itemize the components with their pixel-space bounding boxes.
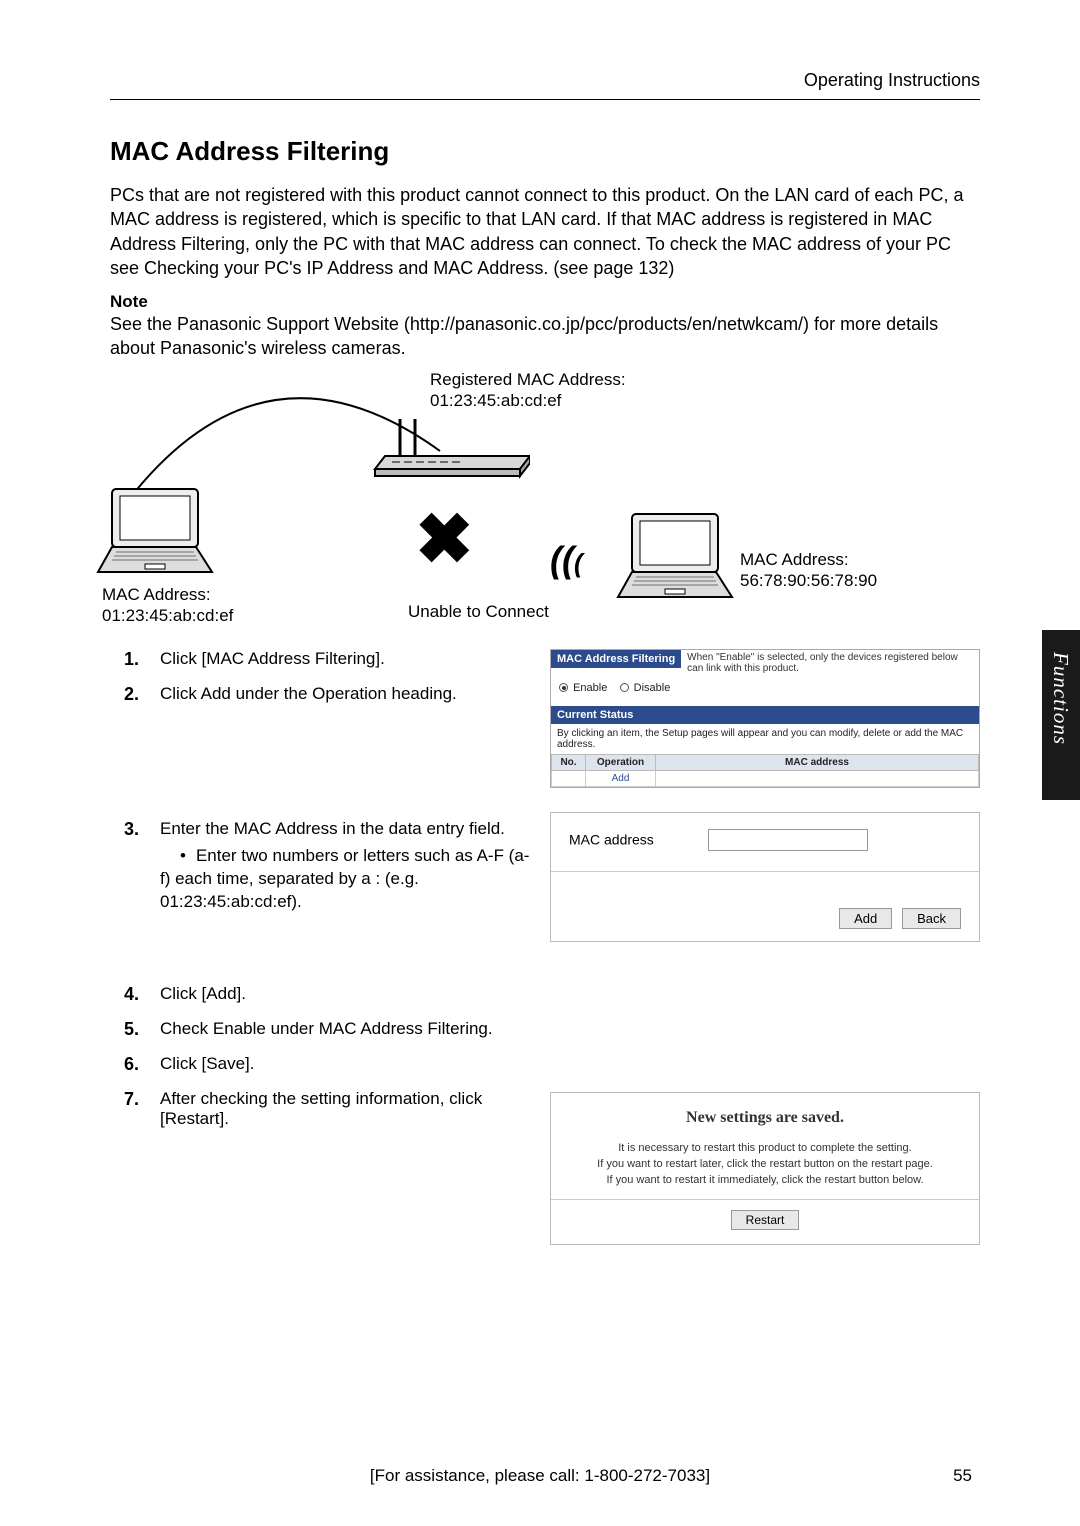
step-text: Enter the MAC Address in the data entry … [160,819,505,838]
step-text: Click [MAC Address Filtering]. [160,649,532,670]
step-sub-text: Enter two numbers or letters such as A-F… [160,845,532,914]
step-number: 7. [124,1089,160,1129]
col-no: No. [552,754,586,770]
saved-line1: It is necessary to restart this product … [618,1142,911,1154]
saved-title: New settings are saved. [551,1109,979,1127]
col-operation: Operation [586,754,656,770]
mac-input[interactable] [708,829,868,851]
step-text: Check Enable under MAC Address Filtering… [160,1019,532,1040]
running-header: Operating Instructions [110,70,980,91]
saved-panel: New settings are saved. It is necessary … [550,1092,980,1245]
enable-label: Enable [573,682,607,694]
right-mac-label: MAC Address: [740,550,849,569]
panel-description: When "Enable" is selected, only the devi… [681,650,979,676]
step-number: 1. [124,649,160,670]
mac-filtering-panel: MAC Address Filtering When "Enable" is s… [550,649,980,788]
status-title: Current Status [551,706,979,724]
mac-input-label: MAC address [569,831,654,847]
disable-radio[interactable] [620,683,629,692]
status-hint: By clicking an item, the Setup pages wil… [551,724,979,754]
panel-title: MAC Address Filtering [551,650,681,668]
step-text: Click [Add]. [160,984,532,1005]
step-text: After checking the setting information, … [160,1089,532,1129]
footer-assistance: [For assistance, please call: 1-800-272-… [370,1466,710,1485]
col-mac: MAC address [656,754,979,770]
wireless-wave-icon: ((( [550,539,583,581]
laptop-right-icon [610,509,740,604]
right-mac-value: 56:78:90:56:78:90 [740,571,877,590]
step-number: 4. [124,984,160,1005]
mac-table: No. Operation MAC address Add [551,754,979,787]
left-mac-label: MAC Address: [102,585,211,604]
header-rule [110,99,980,100]
saved-line3: If you want to restart it immediately, c… [606,1174,923,1186]
unable-to-connect-label: Unable to Connect [408,601,549,622]
step-number: 3. [124,819,160,914]
restart-button[interactable]: Restart [731,1210,800,1230]
back-button[interactable]: Back [902,908,961,929]
side-tab-label: Functions [1042,630,1073,745]
steps-list: 1. Click [MAC Address Filtering]. 2. Cli… [124,649,532,705]
add-button[interactable]: Add [839,908,892,929]
enable-radio[interactable] [559,683,568,692]
step-number: 2. [124,684,160,705]
step-text: Click [Save]. [160,1054,532,1075]
mac-entry-panel: MAC address Add Back [550,812,980,942]
section-title: MAC Address Filtering [110,136,980,167]
saved-line2: If you want to restart later, click the … [597,1158,933,1170]
left-mac-value: 01:23:45:ab:cd:ef [102,606,233,625]
side-tab-functions: Functions [1042,630,1080,800]
note-label: Note [110,292,980,312]
network-diagram: Registered MAC Address: 01:23:45:ab:cd:e… [110,379,980,629]
step-number: 5. [124,1019,160,1040]
step-text: Click Add under the Operation heading. [160,684,532,705]
page-number: 55 [953,1466,972,1486]
intro-paragraph: PCs that are not registered with this pr… [110,183,980,280]
disable-label: Disable [634,682,671,694]
blocked-x-icon: ✖ [415,504,474,574]
step-number: 6. [124,1054,160,1075]
router-icon [370,414,530,489]
add-link[interactable]: Add [612,773,630,784]
laptop-left-icon [90,484,220,579]
